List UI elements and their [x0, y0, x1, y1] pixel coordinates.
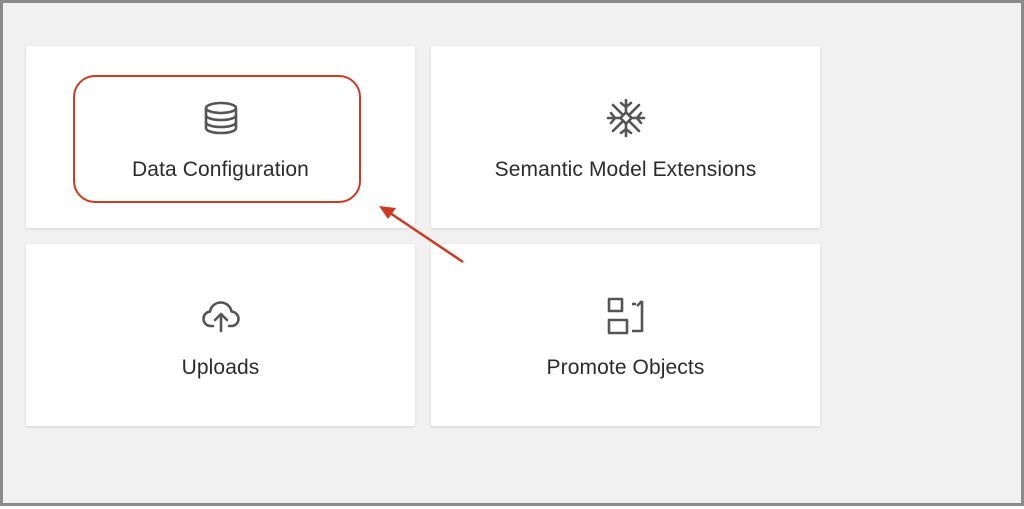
tile-semantic-model-extensions[interactable]: Semantic Model Extensions	[431, 46, 820, 228]
app-frame: Data Configuration Semantic Model Extens…	[0, 0, 1024, 506]
tile-label: Data Configuration	[132, 158, 309, 181]
tile-label: Uploads	[181, 356, 260, 379]
promote-icon	[606, 296, 646, 336]
tile-label: Promote Objects	[546, 356, 705, 379]
tile-promote-objects[interactable]: Promote Objects	[431, 244, 820, 426]
snowflake-icon	[606, 98, 646, 138]
tile-label: Semantic Model Extensions	[494, 158, 757, 181]
tile-data-configuration[interactable]: Data Configuration	[26, 46, 415, 228]
tile-uploads[interactable]: Uploads	[26, 244, 415, 426]
database-icon	[201, 98, 241, 138]
cloud-upload-icon	[201, 296, 241, 336]
